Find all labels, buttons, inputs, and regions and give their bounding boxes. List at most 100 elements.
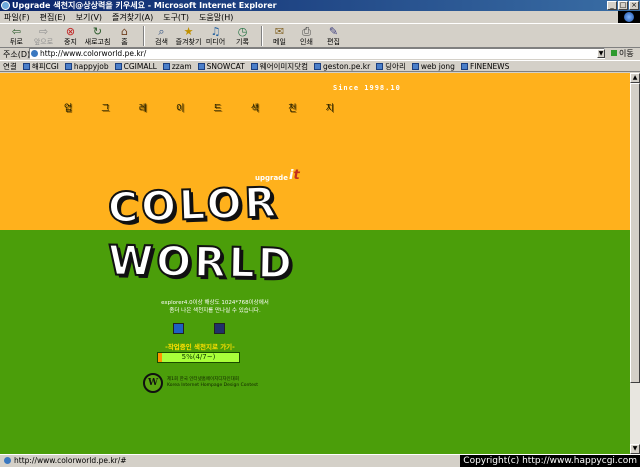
favorites-star-icon: ★ bbox=[183, 25, 194, 38]
scroll-down-button[interactable]: ▼ bbox=[630, 444, 640, 454]
media-label: 미디어 bbox=[205, 38, 226, 46]
vertical-scrollbar[interactable]: ▲ ▼ bbox=[630, 73, 640, 454]
link-item[interactable]: 딩아리 bbox=[376, 61, 406, 71]
link-item[interactable]: zzam bbox=[162, 61, 192, 71]
minimize-button[interactable]: _ bbox=[607, 1, 617, 10]
menu-tools[interactable]: 도구(T) bbox=[163, 12, 189, 23]
page-icon bbox=[4, 457, 11, 464]
green-content-band bbox=[0, 230, 630, 454]
ie-icon bbox=[1, 1, 10, 10]
print-label: 인쇄 bbox=[300, 38, 313, 46]
link-item[interactable]: geston.pe.kr bbox=[314, 62, 370, 71]
color-logo[interactable]: COLOR bbox=[106, 177, 281, 233]
home-button[interactable]: ⌂ 홈 bbox=[112, 24, 137, 48]
link-item[interactable]: CGIMALL bbox=[114, 61, 157, 71]
window-title: Upgrade 색천지@상상력을 키우세요 - Microsoft Intern… bbox=[12, 1, 277, 10]
link-label: CGIMALL bbox=[123, 61, 157, 71]
mail-label: 메일 bbox=[273, 38, 286, 46]
media-button[interactable]: ♫ 미디어 bbox=[203, 24, 228, 48]
link-page-icon bbox=[162, 62, 170, 70]
netscape-icon[interactable] bbox=[214, 323, 225, 334]
link-page-icon bbox=[411, 62, 419, 70]
progress-bar[interactable]: 5%(4/7~) bbox=[157, 352, 240, 363]
favorites-button[interactable]: ★ 즐겨찾기 bbox=[176, 24, 202, 48]
link-page-icon bbox=[314, 62, 322, 70]
title-char: 업 bbox=[64, 104, 73, 114]
link-label: FINENEWS bbox=[469, 61, 510, 71]
toolbar-separator bbox=[261, 26, 263, 46]
link-item[interactable]: web jong bbox=[411, 62, 455, 71]
link-item[interactable]: happyjob bbox=[64, 62, 109, 71]
menu-view[interactable]: 보기(V) bbox=[76, 12, 102, 23]
print-icon: ⎙ bbox=[302, 25, 311, 38]
media-icon: ♫ bbox=[210, 25, 221, 38]
go-button[interactable]: 이동 bbox=[611, 48, 634, 59]
history-icon: ◷ bbox=[237, 25, 248, 38]
mail-button[interactable]: ✉ 메일 bbox=[267, 24, 292, 48]
address-bar: 주소(D) http://www.colorworld.pe.kr/ ▼ 이동 bbox=[0, 48, 640, 60]
print-button[interactable]: ⎙ 인쇄 bbox=[294, 24, 319, 48]
maximize-button[interactable]: □ bbox=[618, 1, 628, 10]
link-page-icon bbox=[197, 62, 205, 70]
link-item[interactable]: 해피CGI bbox=[22, 61, 59, 71]
back-arrow-icon: ⇦ bbox=[11, 25, 22, 38]
scroll-up-button[interactable]: ▲ bbox=[630, 73, 640, 83]
explorer-icon[interactable] bbox=[173, 323, 184, 334]
title-char: 색 bbox=[250, 104, 260, 114]
forward-label: 앞으로 bbox=[33, 38, 54, 46]
link-item[interactable]: SNOWCAT bbox=[197, 61, 245, 71]
ie-globe-icon bbox=[624, 12, 634, 22]
contest-badge[interactable]: W 제1회 한국 인터넷홈페이지디자인대회 Korea Internet Hom… bbox=[143, 373, 258, 393]
progress-text: 5%(4/7~) bbox=[181, 353, 216, 361]
link-label: SNOWCAT bbox=[206, 61, 245, 71]
copyright-overlay: Copyright(c) http://www.happycgi.com bbox=[460, 455, 640, 467]
status-url: http://www.colorworld.pe.kr/# bbox=[14, 456, 127, 465]
progress-link-label[interactable]: -작업중인 색천지로 가기- bbox=[155, 341, 245, 351]
window-controls: _ □ × bbox=[607, 1, 639, 10]
menu-bar: 파일(F) 편집(E) 보기(V) 즐겨찾기(A) 도구(T) 도움말(H) bbox=[0, 11, 640, 23]
title-char: 이 bbox=[176, 104, 185, 114]
link-label: 웨어이미지닷컴 bbox=[259, 61, 309, 71]
link-page-icon bbox=[64, 62, 72, 70]
edit-label: 편집 bbox=[327, 38, 340, 46]
title-char: 지 bbox=[325, 104, 334, 114]
go-label: 이동 bbox=[619, 49, 634, 58]
back-button[interactable]: ⇦ 뒤로 bbox=[4, 24, 29, 48]
link-label: 해피CGI bbox=[31, 61, 59, 71]
link-page-icon bbox=[22, 62, 30, 70]
close-button[interactable]: × bbox=[629, 1, 639, 10]
history-button[interactable]: ◷ 기록 bbox=[230, 24, 255, 48]
search-button[interactable]: ⌕ 검색 bbox=[149, 24, 174, 48]
notice-line: explorer4.0이상 해상도 1024*768이상에서 bbox=[161, 300, 269, 306]
notice-line: 좀더 나은 색천지를 만나실 수 있습니다. bbox=[169, 308, 261, 314]
stop-button[interactable]: ⊗ 중지 bbox=[58, 24, 83, 48]
back-label: 뒤로 bbox=[10, 38, 23, 46]
browser-window: Upgrade 색천지@상상력을 키우세요 - Microsoft Intern… bbox=[0, 0, 640, 467]
orange-header-band bbox=[0, 73, 630, 230]
menu-edit[interactable]: 편집(E) bbox=[40, 12, 66, 23]
forward-button[interactable]: ⇨ 앞으로 bbox=[31, 24, 56, 48]
title-bar[interactable]: Upgrade 색천지@상상력을 키우세요 - Microsoft Intern… bbox=[0, 0, 640, 11]
title-char: 레 bbox=[138, 104, 148, 114]
home-label: 홈 bbox=[121, 38, 128, 46]
link-item[interactable]: 웨어이미지닷컴 bbox=[250, 61, 309, 71]
resolution-notice: explorer4.0이상 해상도 1024*768이상에서 좀더 나은 색천지… bbox=[140, 299, 290, 315]
link-page-icon bbox=[114, 62, 122, 70]
edit-icon: ✎ bbox=[328, 25, 339, 38]
link-label: zzam bbox=[171, 61, 192, 71]
title-char: 드 bbox=[213, 104, 222, 114]
menu-file[interactable]: 파일(F) bbox=[4, 12, 30, 23]
address-dropdown[interactable]: ▼ bbox=[597, 49, 605, 58]
status-bar: http://www.colorworld.pe.kr/# Copyright(… bbox=[0, 454, 640, 467]
links-label: 연결 bbox=[3, 61, 17, 71]
site-title-korean: 업 그 레 이 드 색 천 지 bbox=[64, 101, 334, 114]
menu-favorites[interactable]: 즐겨찾기(A) bbox=[112, 12, 153, 23]
refresh-button[interactable]: ↻ 새로고침 bbox=[85, 24, 111, 48]
page-viewport: Since 1998.10 업 그 레 이 드 색 천 지 upgrade it… bbox=[0, 73, 630, 454]
menu-help[interactable]: 도움말(H) bbox=[199, 12, 233, 23]
link-item[interactable]: FINENEWS bbox=[460, 61, 510, 71]
address-input[interactable]: http://www.colorworld.pe.kr/ bbox=[29, 48, 605, 59]
world-logo[interactable]: WORLD bbox=[107, 235, 297, 288]
scroll-thumb[interactable] bbox=[630, 83, 640, 383]
edit-button[interactable]: ✎ 편집 bbox=[321, 24, 346, 48]
